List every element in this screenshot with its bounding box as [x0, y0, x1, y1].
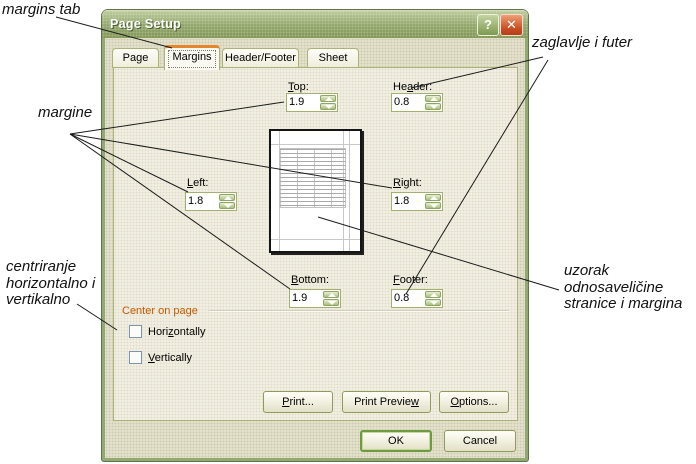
footer-input[interactable] [394, 291, 422, 305]
footer-spinfield [391, 289, 443, 308]
annotation-zaglavlje: zaglavlje i futer [532, 35, 632, 52]
left-spinfield [185, 192, 237, 211]
top-spinfield [286, 93, 338, 112]
margins-tab-panel: Top: Header: [113, 67, 518, 421]
annotation-line-3: stranice i margina [564, 295, 682, 312]
right-spinfield [391, 192, 443, 211]
top-input[interactable] [289, 95, 317, 109]
vertically-label[interactable]: Vertically [148, 352, 192, 364]
header-spinner [425, 95, 441, 110]
annotation-centriranje: centriranjehorizontalno ivertikalno [6, 259, 95, 309]
annotation-line-3: vertikalno [6, 291, 70, 308]
right-label: Right: [393, 177, 422, 189]
margin-guide-right [349, 131, 350, 251]
print-preview-button[interactable]: Print Preview [342, 391, 431, 413]
arrow-down-icon [328, 301, 336, 305]
left-input[interactable] [188, 194, 216, 208]
center-on-page-label: Center on page [122, 305, 198, 317]
print-button[interactable]: Print... [263, 391, 333, 413]
sheet-grid-preview [279, 148, 346, 208]
header-spinfield [391, 93, 443, 112]
annotation-margine: margine [38, 105, 92, 122]
footer-label: Footer: [393, 274, 428, 286]
horizontally-checkbox[interactable] [129, 325, 142, 338]
screenshot-canvas: margins tab margine centriranjehorizonta… [0, 0, 696, 464]
bottom-label: Bottom: [291, 274, 329, 286]
page-preview [269, 129, 362, 253]
ok-button[interactable]: OK [360, 430, 432, 452]
arrow-down-icon [430, 301, 438, 305]
annotation-uzorak: uzorakodnosaveličinestranice i margina [564, 263, 682, 313]
bottom-spinner [323, 291, 339, 306]
horizontally-label[interactable]: Horizontally [148, 326, 205, 338]
vertically-checkbox[interactable] [129, 351, 142, 364]
spin-down-button[interactable] [323, 299, 339, 306]
window-title: Page Setup [110, 10, 181, 38]
page-setup-dialog: Page Setup ? ✕ Page Margins Header/Foote… [102, 10, 528, 461]
annotation-line-1: centriranje [6, 258, 76, 275]
spin-down-button[interactable] [425, 103, 441, 110]
annotation-margins-tab: margins tab [2, 2, 80, 19]
tab-margins[interactable]: Margins [164, 45, 220, 70]
bottom-input[interactable] [292, 291, 320, 305]
spin-down-button[interactable] [219, 202, 235, 209]
spin-up-button[interactable] [320, 95, 336, 102]
tab-page[interactable]: Page [112, 48, 159, 68]
annotation-line-1: uzorak [564, 262, 609, 279]
right-spinner [425, 194, 441, 209]
bottom-spinfield [289, 289, 341, 308]
left-label: Left: [187, 177, 208, 189]
arrow-up-icon [430, 196, 438, 200]
dialog-body: Page Margins Header/Footer Sheet Top: [105, 38, 525, 458]
tab-sheet[interactable]: Sheet [307, 48, 359, 68]
top-spinner [320, 95, 336, 110]
spin-down-button[interactable] [425, 299, 441, 306]
spin-up-button[interactable] [425, 95, 441, 102]
help-button[interactable]: ? [477, 14, 499, 36]
options-button[interactable]: Options... [439, 391, 509, 413]
spin-down-button[interactable] [425, 202, 441, 209]
arrow-up-icon [224, 196, 232, 200]
arrow-down-icon [224, 204, 232, 208]
tab-header-footer[interactable]: Header/Footer [222, 48, 299, 68]
arrow-up-icon [325, 97, 333, 101]
tab-focus-rect [168, 50, 216, 68]
arrow-up-icon [430, 293, 438, 297]
right-input[interactable] [394, 194, 422, 208]
header-input[interactable] [394, 95, 422, 109]
arrow-up-icon [328, 293, 336, 297]
spin-up-button[interactable] [323, 291, 339, 298]
annotation-line-2: horizontalno i [6, 275, 95, 292]
margin-guide-top [271, 144, 360, 145]
cancel-button[interactable]: Cancel [444, 430, 516, 452]
header-label: Header: [393, 81, 432, 93]
margin-guide-bottom [271, 239, 360, 240]
left-spinner [219, 194, 235, 209]
arrow-down-icon [430, 105, 438, 109]
top-label: Top: [288, 81, 309, 93]
group-divider [209, 310, 509, 312]
close-button[interactable]: ✕ [500, 14, 523, 36]
spin-up-button[interactable] [425, 291, 441, 298]
spin-down-button[interactable] [320, 103, 336, 110]
spin-up-button[interactable] [219, 194, 235, 201]
spin-up-button[interactable] [425, 194, 441, 201]
arrow-up-icon [430, 97, 438, 101]
arrow-down-icon [430, 204, 438, 208]
annotation-line-2: odnosaveličine [564, 279, 663, 296]
arrow-down-icon [325, 105, 333, 109]
title-bar[interactable]: Page Setup ? ✕ [102, 10, 528, 38]
footer-spinner [425, 291, 441, 306]
